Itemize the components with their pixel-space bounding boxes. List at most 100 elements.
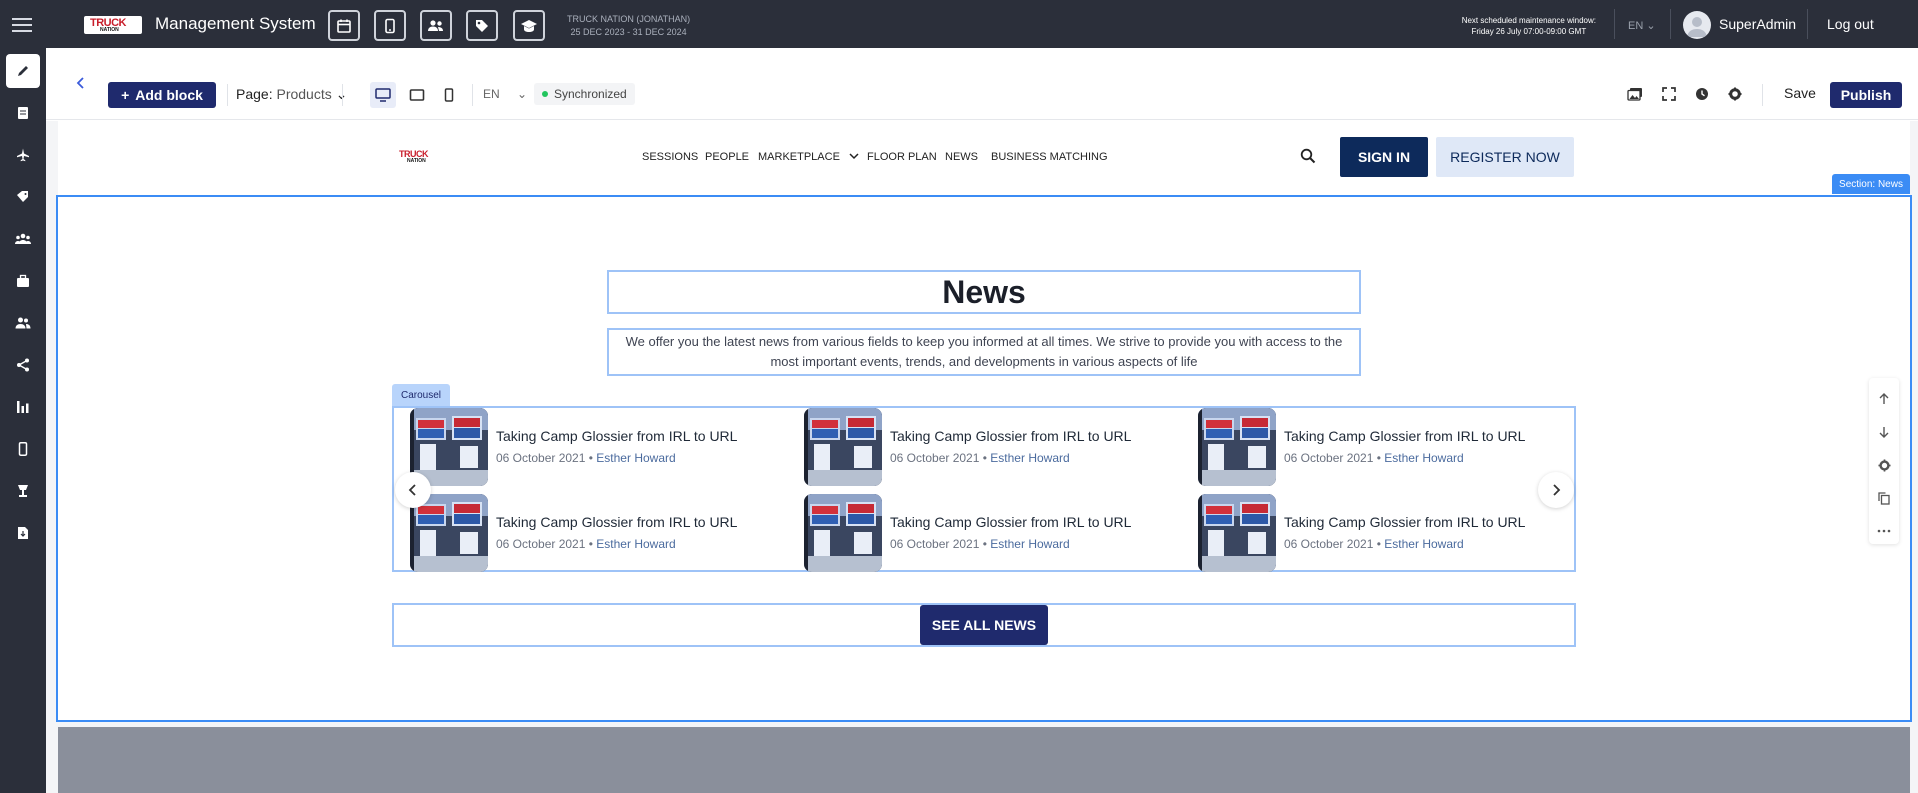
booth-image	[1198, 408, 1276, 486]
language-select[interactable]: EN ⌄	[1628, 19, 1656, 32]
education-button[interactable]	[513, 10, 545, 41]
sidebar-item-share[interactable]	[6, 348, 40, 382]
news-card[interactable]: Taking Camp Glossier from IRL to URL 06 …	[804, 408, 1184, 488]
sign-in-button[interactable]: SIGN IN	[1340, 137, 1428, 177]
add-block-label: Add block	[135, 87, 203, 103]
maintenance-time: Friday 26 July 07:00-09:00 GMT	[1471, 27, 1587, 36]
news-card-meta: 06 October 2021 • Esther Howard	[1284, 537, 1464, 551]
fullscreen-button[interactable]	[1658, 83, 1680, 105]
group-icon	[15, 233, 31, 244]
page-select[interactable]: Page: Products ⌄	[236, 86, 347, 103]
nav-link-business-matching[interactable]: BUSINESS MATCHING	[991, 151, 1108, 163]
more-horizontal-icon	[1877, 529, 1891, 533]
history-button[interactable]	[1691, 83, 1713, 105]
mobile-view-button[interactable]	[436, 82, 462, 108]
sidebar-item-tags[interactable]	[6, 180, 40, 214]
add-block-button[interactable]: + Add block	[108, 82, 216, 108]
save-button[interactable]: Save	[1784, 85, 1816, 101]
news-card-author: Esther Howard	[990, 451, 1070, 465]
user-name[interactable]: SuperAdmin	[1719, 16, 1796, 32]
tag-button[interactable]	[466, 10, 498, 41]
news-card-meta: 06 October 2021 • Esther Howard	[496, 451, 676, 465]
see-all-news-button[interactable]: SEE ALL NEWS	[920, 605, 1048, 645]
mobile-button[interactable]	[374, 10, 406, 41]
media-library-button[interactable]	[1624, 83, 1646, 105]
move-down-button[interactable]	[1873, 421, 1895, 443]
meta-separator: •	[982, 537, 987, 551]
copy-icon	[1878, 491, 1890, 505]
meta-separator: •	[588, 451, 593, 465]
news-title[interactable]: News	[607, 270, 1361, 314]
page-value: Products	[276, 86, 332, 102]
news-card-author: Esther Howard	[1384, 537, 1464, 551]
content-language-select[interactable]: EN ⌄	[483, 87, 527, 101]
news-card-title: Taking Camp Glossier from IRL to URL	[1284, 514, 1526, 530]
news-thumbnail	[1198, 408, 1276, 486]
news-card[interactable]: Taking Camp Glossier from IRL to URL 06 …	[1198, 408, 1578, 488]
sidebar-item-mobile[interactable]	[6, 432, 40, 466]
logout-button[interactable]: Log out	[1827, 16, 1874, 32]
publish-button[interactable]: Publish	[1830, 82, 1902, 108]
sidebar-item-booth[interactable]	[6, 474, 40, 508]
nav-link-news[interactable]: NEWS	[945, 151, 978, 163]
next-section-preview[interactable]	[58, 727, 1910, 793]
site-search-button[interactable]	[1300, 148, 1316, 169]
news-card-date: 06 October 2021	[496, 451, 586, 465]
carousel-tag: Carousel	[392, 384, 450, 406]
news-card[interactable]: Taking Camp Glossier from IRL to URL 06 …	[1198, 494, 1578, 574]
sidebar-item-export[interactable]	[6, 516, 40, 550]
calendar-button[interactable]	[328, 10, 360, 41]
sidebar-item-groups[interactable]	[6, 222, 40, 256]
chevron-left-icon	[76, 77, 84, 89]
nav-link-people[interactable]: PEOPLE	[705, 151, 749, 163]
back-button[interactable]	[74, 76, 88, 95]
meta-separator: •	[982, 451, 987, 465]
settings-button[interactable]	[1724, 83, 1746, 105]
sync-status-label: Synchronized	[554, 87, 627, 101]
news-description[interactable]: We offer you the latest news from variou…	[607, 328, 1361, 376]
news-card-date: 06 October 2021	[1284, 537, 1374, 551]
sidebar-item-people[interactable]	[6, 306, 40, 340]
editor-toolbar: + Add block Page: Products ⌄ EN ⌄ Synchro…	[46, 48, 1918, 120]
divider	[472, 84, 473, 106]
gear-icon	[1877, 458, 1891, 472]
carousel-next-button[interactable]	[1538, 472, 1574, 508]
duplicate-button[interactable]	[1873, 487, 1895, 509]
more-options-button[interactable]	[1873, 520, 1895, 542]
nav-link-floor-plan[interactable]: FLOOR PLAN	[867, 151, 937, 163]
site-logo[interactable]: TRUCK NATION	[399, 149, 433, 165]
news-card[interactable]: Taking Camp Glossier from IRL to URL 06 …	[410, 494, 790, 574]
pencil-icon	[18, 66, 28, 76]
menu-icon[interactable]	[12, 18, 32, 32]
news-card-date: 06 October 2021	[890, 451, 980, 465]
divider	[227, 84, 228, 106]
nav-link-marketplace[interactable]: MARKETPLACE	[758, 151, 859, 163]
carousel-prev-button[interactable]	[395, 472, 431, 508]
desktop-view-button[interactable]	[370, 82, 396, 108]
tablet-view-button[interactable]	[404, 82, 430, 108]
sidebar-item-documents[interactable]	[6, 96, 40, 130]
block-settings-button[interactable]	[1873, 454, 1895, 476]
nav-link-sessions[interactable]: SESSIONS	[642, 151, 698, 163]
sidebar-item-business[interactable]	[6, 264, 40, 298]
news-card[interactable]: Taking Camp Glossier from IRL to URL 06 …	[410, 408, 790, 488]
divider	[1762, 84, 1763, 106]
users-button[interactable]	[420, 10, 452, 41]
block-tools	[1869, 378, 1899, 544]
lamp-icon	[18, 485, 28, 497]
chevron-down-icon: ⌄	[1646, 20, 1656, 32]
language-value: EN	[1628, 20, 1644, 32]
sidebar-item-analytics[interactable]	[6, 390, 40, 424]
sidebar-item-travel[interactable]	[6, 138, 40, 172]
news-carousel[interactable]: Taking Camp Glossier from IRL to URL 06 …	[392, 406, 1576, 572]
images-icon	[1627, 88, 1642, 101]
news-card[interactable]: Taking Camp Glossier from IRL to URL 06 …	[804, 494, 1184, 574]
sidebar-item-editor[interactable]	[6, 54, 40, 88]
register-button[interactable]: REGISTER NOW	[1436, 137, 1574, 177]
news-card-title: Taking Camp Glossier from IRL to URL	[890, 514, 1132, 530]
move-up-button[interactable]	[1873, 388, 1895, 410]
avatar[interactable]	[1683, 11, 1711, 39]
mobile-icon	[18, 442, 28, 456]
desktop-icon	[375, 88, 391, 102]
news-card-meta: 06 October 2021 • Esther Howard	[1284, 451, 1464, 465]
